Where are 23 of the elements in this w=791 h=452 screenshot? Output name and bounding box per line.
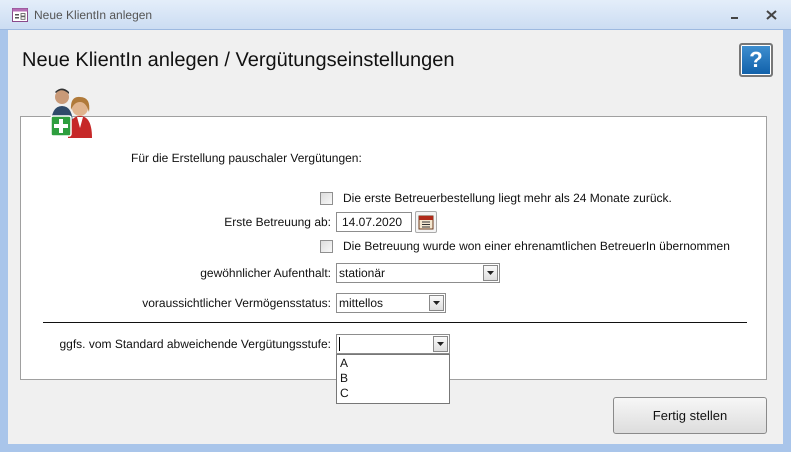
close-icon[interactable] [766, 10, 777, 20]
field-label: gewöhnlicher Aufenthalt: [200, 266, 331, 280]
checkbox-label: Die Betreuung wurde won einer ehrenamtlichen BetreuerIn übernommen [343, 239, 730, 253]
window-title: Neue KlientIn anlegen [34, 8, 152, 22]
field-label: Erste Betreuung ab: [224, 215, 331, 229]
checkbox-label: Die erste Betreuerbestellung liegt mehr als 24 Monate zurück. [343, 191, 672, 205]
dropdown-option[interactable]: A [340, 356, 446, 371]
checkbox[interactable] [320, 192, 333, 204]
dropdown-field[interactable]: mittellos [336, 293, 446, 313]
intro-text: Für die Erstellung pauschaler Vergütungen: [131, 151, 363, 165]
calendar-button[interactable] [415, 211, 437, 233]
dropdown-field[interactable] [336, 334, 450, 354]
dropdown-option[interactable]: C [340, 386, 446, 401]
form-icon [12, 8, 28, 22]
help-button[interactable]: ? [739, 43, 773, 77]
dropdown-field[interactable]: stationär [336, 263, 500, 283]
dropdown-option[interactable]: B [340, 371, 446, 386]
form-heading: Neue KlientIn anlegen / Vergütungseinstellungen [22, 48, 455, 72]
finish-button[interactable]: Fertig stellen [613, 397, 767, 434]
checkbox[interactable] [320, 240, 333, 252]
date-field[interactable]: 14.07.2020 [336, 212, 412, 232]
field-label: ggfs. vom Standard abweichende Vergütungsstufe: [59, 337, 331, 351]
field-label: voraussichtlicher Vermögensstatus: [142, 296, 331, 310]
